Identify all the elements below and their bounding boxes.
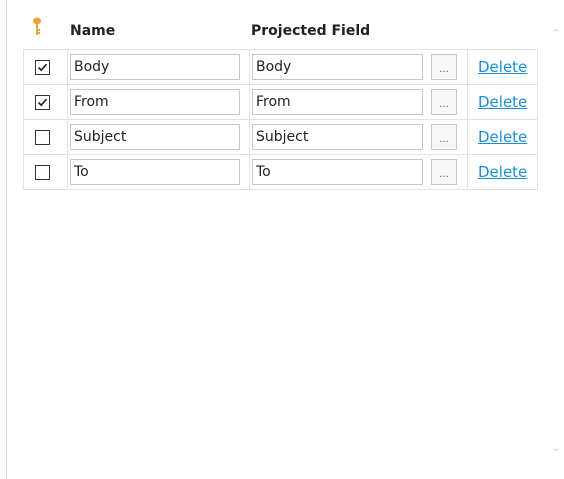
projected-cell: Body...: [249, 49, 468, 85]
name-cell: Body: [67, 49, 250, 85]
delete-link[interactable]: Delete: [478, 128, 537, 146]
delete-link[interactable]: Delete: [478, 58, 537, 76]
browse-button[interactable]: ...: [431, 54, 457, 80]
row-checkbox[interactable]: [35, 164, 50, 180]
projected-field-group: Body...: [250, 54, 467, 80]
checkbox-cell: [23, 119, 68, 155]
browse-button[interactable]: ...: [431, 89, 457, 115]
table-row: To To... Delete: [23, 154, 538, 190]
projected-field-input[interactable]: Subject: [252, 124, 423, 150]
checkbox-cell: [23, 154, 68, 190]
name-cell: From: [67, 84, 250, 120]
delete-link[interactable]: Delete: [478, 93, 537, 111]
projected-field-input[interactable]: Body: [252, 54, 423, 80]
scroll-up-icon[interactable]: ⌃: [550, 28, 562, 40]
name-input[interactable]: Body: [70, 54, 240, 80]
delete-cell: Delete: [467, 119, 538, 155]
field-grid: Name Projected Field Body Body... Delete Fr…: [23, 15, 538, 190]
table-row: Body Body... Delete: [23, 49, 538, 85]
row-checkbox[interactable]: [35, 129, 50, 145]
name-input[interactable]: From: [70, 89, 240, 115]
table-row: Subject Subject... Delete: [23, 119, 538, 155]
browse-button[interactable]: ...: [431, 124, 457, 150]
delete-cell: Delete: [467, 154, 538, 190]
checkbox-cell: [23, 84, 68, 120]
vertical-scrollbar[interactable]: ⌃ ⌄: [548, 0, 564, 479]
projected-field-group: From...: [250, 89, 467, 115]
row-checkbox[interactable]: [35, 59, 50, 75]
key-icon: [33, 17, 41, 35]
fields-table: Body Body... Delete From From... Delete Subjec…: [23, 49, 538, 190]
column-header-projected-field: Projected Field: [251, 23, 371, 39]
delete-cell: Delete: [467, 49, 538, 85]
projected-field-group: Subject...: [250, 124, 467, 150]
name-input[interactable]: Subject: [70, 124, 240, 150]
grid-header: Name Projected Field: [23, 15, 535, 49]
scroll-down-icon[interactable]: ⌄: [550, 442, 562, 454]
projected-cell: Subject...: [249, 119, 468, 155]
projected-cell: To...: [249, 154, 468, 190]
name-cell: To: [67, 154, 250, 190]
checkbox-cell: [23, 49, 68, 85]
name-cell: Subject: [67, 119, 250, 155]
projected-cell: From...: [249, 84, 468, 120]
delete-link[interactable]: Delete: [478, 163, 537, 181]
row-checkbox[interactable]: [35, 94, 50, 110]
name-input[interactable]: To: [70, 159, 240, 185]
table-row: From From... Delete: [23, 84, 538, 120]
projected-field-input[interactable]: From: [252, 89, 423, 115]
browse-button[interactable]: ...: [431, 159, 457, 185]
column-header-name: Name: [70, 23, 116, 39]
projected-field-group: To...: [250, 159, 467, 185]
delete-cell: Delete: [467, 84, 538, 120]
projected-field-input[interactable]: To: [252, 159, 423, 185]
